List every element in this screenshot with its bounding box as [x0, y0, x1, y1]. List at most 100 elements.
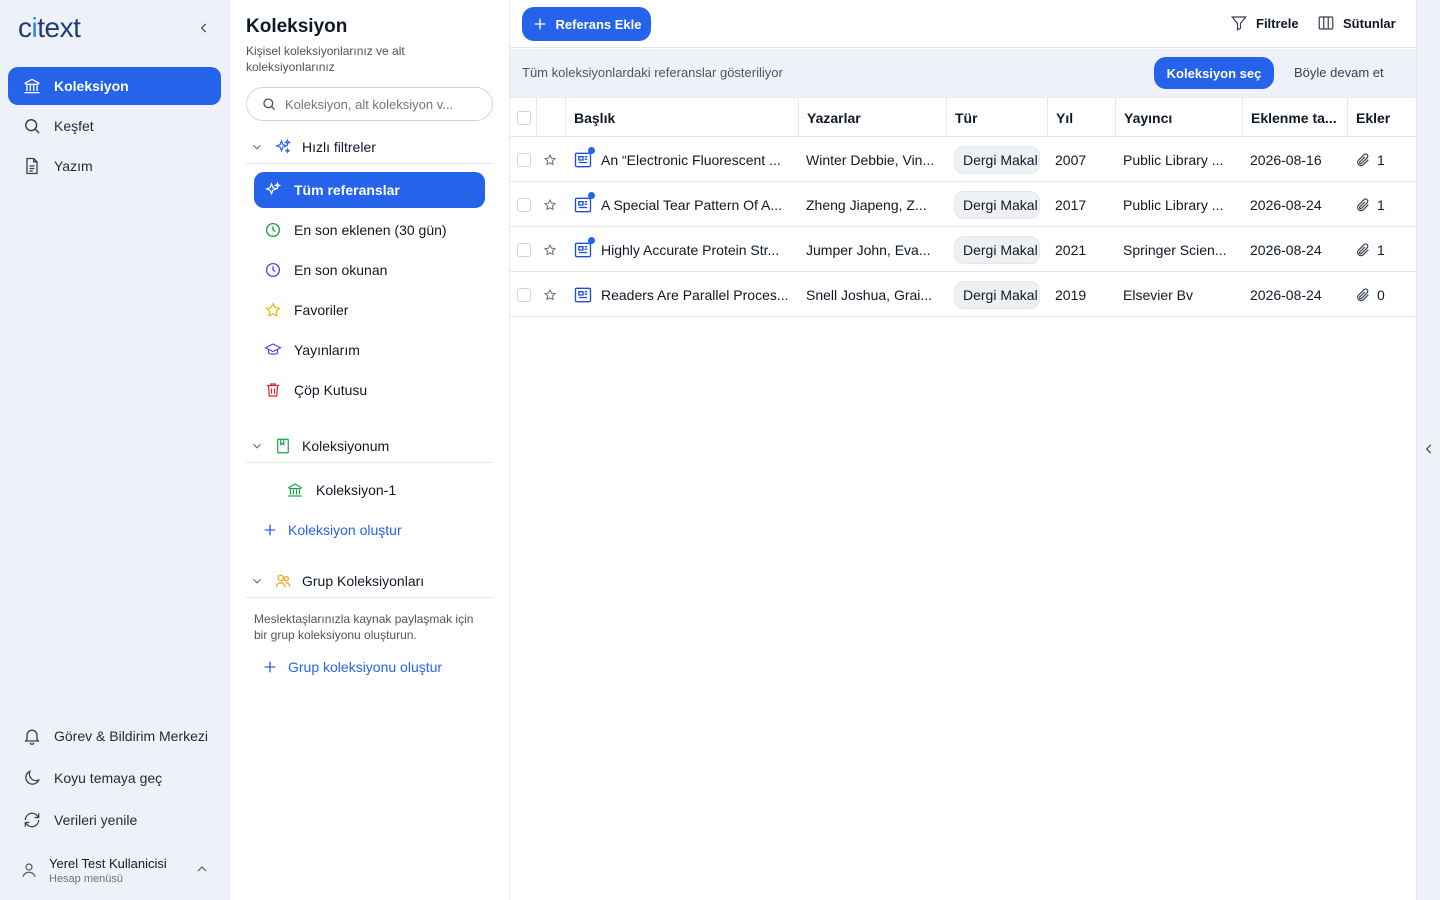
- row-publisher: Elsevier Bv: [1123, 286, 1194, 303]
- row-added-date: 2026-08-16: [1250, 151, 1322, 168]
- row-title[interactable]: Readers Are Parallel Proces...: [601, 287, 789, 303]
- row-checkbox[interactable]: [517, 287, 531, 302]
- row-attachments-cell[interactable]: 0: [1347, 272, 1416, 317]
- column-header-attachments[interactable]: Ekler: [1347, 98, 1416, 137]
- dark-theme-button[interactable]: Koyu temaya geç: [22, 768, 162, 788]
- panel-subtitle: Kişisel koleksiyonlarınız ve alt koleksi…: [246, 44, 405, 74]
- column-header-authors[interactable]: Yazarlar: [798, 98, 946, 137]
- collection-item[interactable]: Koleksiyon-1: [276, 472, 485, 508]
- row-select-cell: [510, 137, 536, 182]
- app-logo[interactable]: citext: [18, 12, 81, 44]
- chevron-up-icon: [197, 866, 207, 872]
- group-collections-header[interactable]: Grup Koleksiyonları: [246, 564, 493, 598]
- table-row[interactable]: Readers Are Parallel Proces... Snell Jos…: [510, 272, 1416, 317]
- column-header-publisher[interactable]: Yayıncı: [1115, 98, 1242, 137]
- bank-icon: [24, 78, 40, 94]
- filter-recently-added[interactable]: En son eklenen (30 gün): [254, 212, 485, 248]
- account-name: Yerel Test Kullanicisi: [49, 855, 167, 871]
- nav-item-koleksiyon[interactable]: Koleksiyon: [8, 67, 221, 105]
- row-title[interactable]: Highly Accurate Protein Str...: [601, 242, 779, 258]
- row-publisher: Public Library ...: [1123, 196, 1224, 213]
- row-attachments: 0: [1377, 286, 1385, 303]
- refresh-data-label: Verileri yenile: [54, 812, 138, 828]
- journal-article-icon: [573, 285, 593, 305]
- collection-panel: Koleksiyon Kişisel koleksiyonlarınız ve …: [230, 0, 510, 900]
- filter-label: Filtrele: [1256, 15, 1299, 31]
- notification-center-button[interactable]: Görev & Bildirim Merkezi: [22, 726, 208, 746]
- table-row[interactable]: An “Electronic Fluorescent ... Winter De…: [510, 137, 1416, 182]
- nav-item-yazim[interactable]: Yazım: [8, 147, 221, 185]
- collection-search-input[interactable]: [285, 96, 465, 112]
- nav-item-kesfet[interactable]: Keşfet: [8, 107, 221, 145]
- filter-favorites[interactable]: Favoriler: [254, 292, 485, 328]
- row-favorite-cell: [536, 182, 565, 227]
- row-title[interactable]: A Special Tear Pattern Of A...: [601, 197, 782, 213]
- row-publisher: Public Library ...: [1123, 151, 1224, 168]
- create-collection-button[interactable]: Koleksiyon oluştur: [262, 522, 402, 538]
- create-collection-label: Koleksiyon oluştur: [288, 522, 402, 538]
- nav-item-label: Koleksiyon: [54, 78, 129, 94]
- filter-button[interactable]: Filtrele: [1230, 14, 1299, 32]
- paperclip-icon: [1357, 242, 1369, 256]
- my-collections-header[interactable]: Koleksiyonum: [246, 429, 493, 463]
- row-favorite-cell: [536, 272, 565, 317]
- continue-button[interactable]: Böyle devam et: [1294, 65, 1384, 80]
- filter-all-references[interactable]: Tüm referanslar: [254, 172, 485, 208]
- journal-article-icon: [573, 236, 595, 260]
- row-type-cell: Dergi Makal: [946, 227, 1047, 272]
- row-attachments-cell[interactable]: 1: [1347, 137, 1416, 182]
- collection-search[interactable]: [246, 87, 493, 121]
- columns-button[interactable]: Sütunlar: [1317, 14, 1396, 32]
- filter-trash[interactable]: Çöp Kutusu: [254, 372, 485, 408]
- create-group-collection-button[interactable]: Grup koleksiyonu oluştur: [262, 659, 442, 675]
- table-row[interactable]: A Special Tear Pattern Of A... Zheng Jia…: [510, 182, 1416, 227]
- refresh-icon: [24, 812, 40, 828]
- column-header-title[interactable]: Başlık: [565, 98, 798, 137]
- pick-collection-button[interactable]: Koleksiyon seç: [1154, 57, 1274, 89]
- plus-icon: [264, 524, 276, 536]
- star-icon[interactable]: [543, 288, 557, 302]
- table-row[interactable]: Highly Accurate Protein Str... Jumper Jo…: [510, 227, 1416, 272]
- quick-filters-header[interactable]: Hızlı filtreler: [246, 130, 493, 164]
- filter-label: Tüm referanslar: [294, 182, 400, 198]
- row-checkbox[interactable]: [517, 152, 531, 167]
- chevron-down-icon: [253, 578, 261, 584]
- chevron-left-icon[interactable]: [1422, 442, 1436, 456]
- refresh-data-button[interactable]: Verileri yenile: [22, 810, 137, 830]
- column-header-type[interactable]: Tür: [946, 98, 1047, 137]
- row-attachments: 1: [1377, 151, 1385, 168]
- row-attachments: 1: [1377, 241, 1385, 258]
- column-header-added[interactable]: Eklenme ta...: [1242, 98, 1347, 137]
- row-type: Dergi Makal: [954, 190, 1040, 219]
- filter-recently-read[interactable]: En son okunan: [254, 252, 485, 288]
- star-icon: [265, 302, 281, 317]
- add-reference-button[interactable]: Referans Ekle: [522, 7, 651, 41]
- row-checkbox[interactable]: [517, 242, 531, 257]
- account-menu[interactable]: Yerel Test Kullanicisi Hesap menüsü: [20, 852, 216, 888]
- row-select-cell: [510, 272, 536, 317]
- paperclip-icon: [1357, 197, 1369, 211]
- filter-label: En son eklenen (30 gün): [294, 222, 447, 238]
- row-checkbox[interactable]: [517, 197, 531, 212]
- row-attachments-cell[interactable]: 1: [1347, 182, 1416, 227]
- filter-my-publications[interactable]: Yayınlarım: [254, 332, 485, 368]
- favorite-header: [536, 98, 565, 137]
- row-attachments-cell[interactable]: 1: [1347, 227, 1416, 272]
- row-title[interactable]: An “Electronic Fluorescent ...: [601, 152, 781, 168]
- toolbar: Referans Ekle Filtrele Sütunlar: [510, 0, 1416, 48]
- filter-icon: [1230, 16, 1248, 31]
- star-icon[interactable]: [543, 243, 557, 257]
- row-type: Dergi Makal: [954, 145, 1040, 174]
- row-select-cell: [510, 182, 536, 227]
- row-title-cell: A Special Tear Pattern Of A...: [565, 182, 798, 227]
- row-select-cell: [510, 227, 536, 272]
- row-attachments: 1: [1377, 196, 1385, 213]
- column-header-year[interactable]: Yıl: [1047, 98, 1115, 137]
- notification-center-label: Görev & Bildirim Merkezi: [54, 728, 209, 744]
- star-icon[interactable]: [543, 198, 557, 212]
- collapse-sidebar-button[interactable]: [194, 18, 214, 38]
- table-body: An “Electronic Fluorescent ... Winter De…: [510, 137, 1416, 317]
- unread-indicator: [588, 191, 595, 199]
- select-all-checkbox[interactable]: [517, 110, 531, 125]
- star-icon[interactable]: [543, 153, 557, 167]
